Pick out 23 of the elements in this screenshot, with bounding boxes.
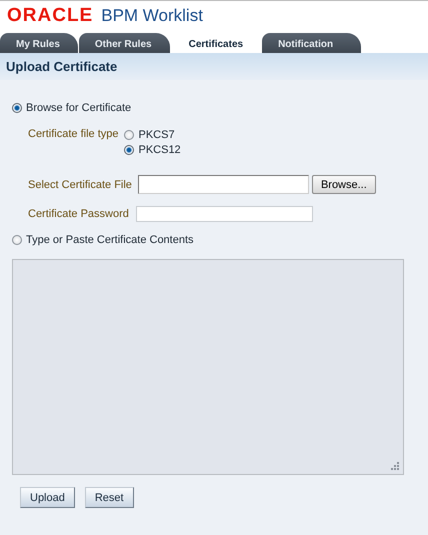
logo: ORACLE xyxy=(7,5,94,27)
action-button[interactable]: Upload xyxy=(20,487,75,508)
section-title: Upload Certificate xyxy=(6,59,118,74)
browse-button[interactable]: Browse... xyxy=(312,175,376,194)
tab[interactable]: My Rules xyxy=(0,33,78,53)
action-button[interactable]: Reset xyxy=(84,487,134,508)
radio-label[interactable]: PKCS12 xyxy=(138,144,181,156)
radio-button[interactable] xyxy=(12,234,22,244)
radio-button[interactable] xyxy=(12,102,22,112)
radio-label[interactable]: Type or Paste Certificate Contents xyxy=(26,234,194,246)
radio-label[interactable]: Browse for Certificate xyxy=(26,102,132,114)
tab[interactable]: Notification xyxy=(262,33,362,53)
app-title: BPM Worklist xyxy=(101,6,203,26)
tab[interactable]: Certificates xyxy=(170,33,262,53)
radio-button[interactable] xyxy=(124,130,134,140)
radio-button[interactable] xyxy=(124,144,134,154)
password-field[interactable] xyxy=(136,206,313,222)
tab[interactable]: Other Rules xyxy=(78,33,170,53)
field-label: Select Certificate File xyxy=(28,178,132,190)
field-label: Certificate file type xyxy=(28,128,118,140)
radio-label[interactable]: PKCS7 xyxy=(138,128,175,140)
file-path-field[interactable] xyxy=(138,175,309,194)
field-label: Certificate Password xyxy=(28,208,129,220)
